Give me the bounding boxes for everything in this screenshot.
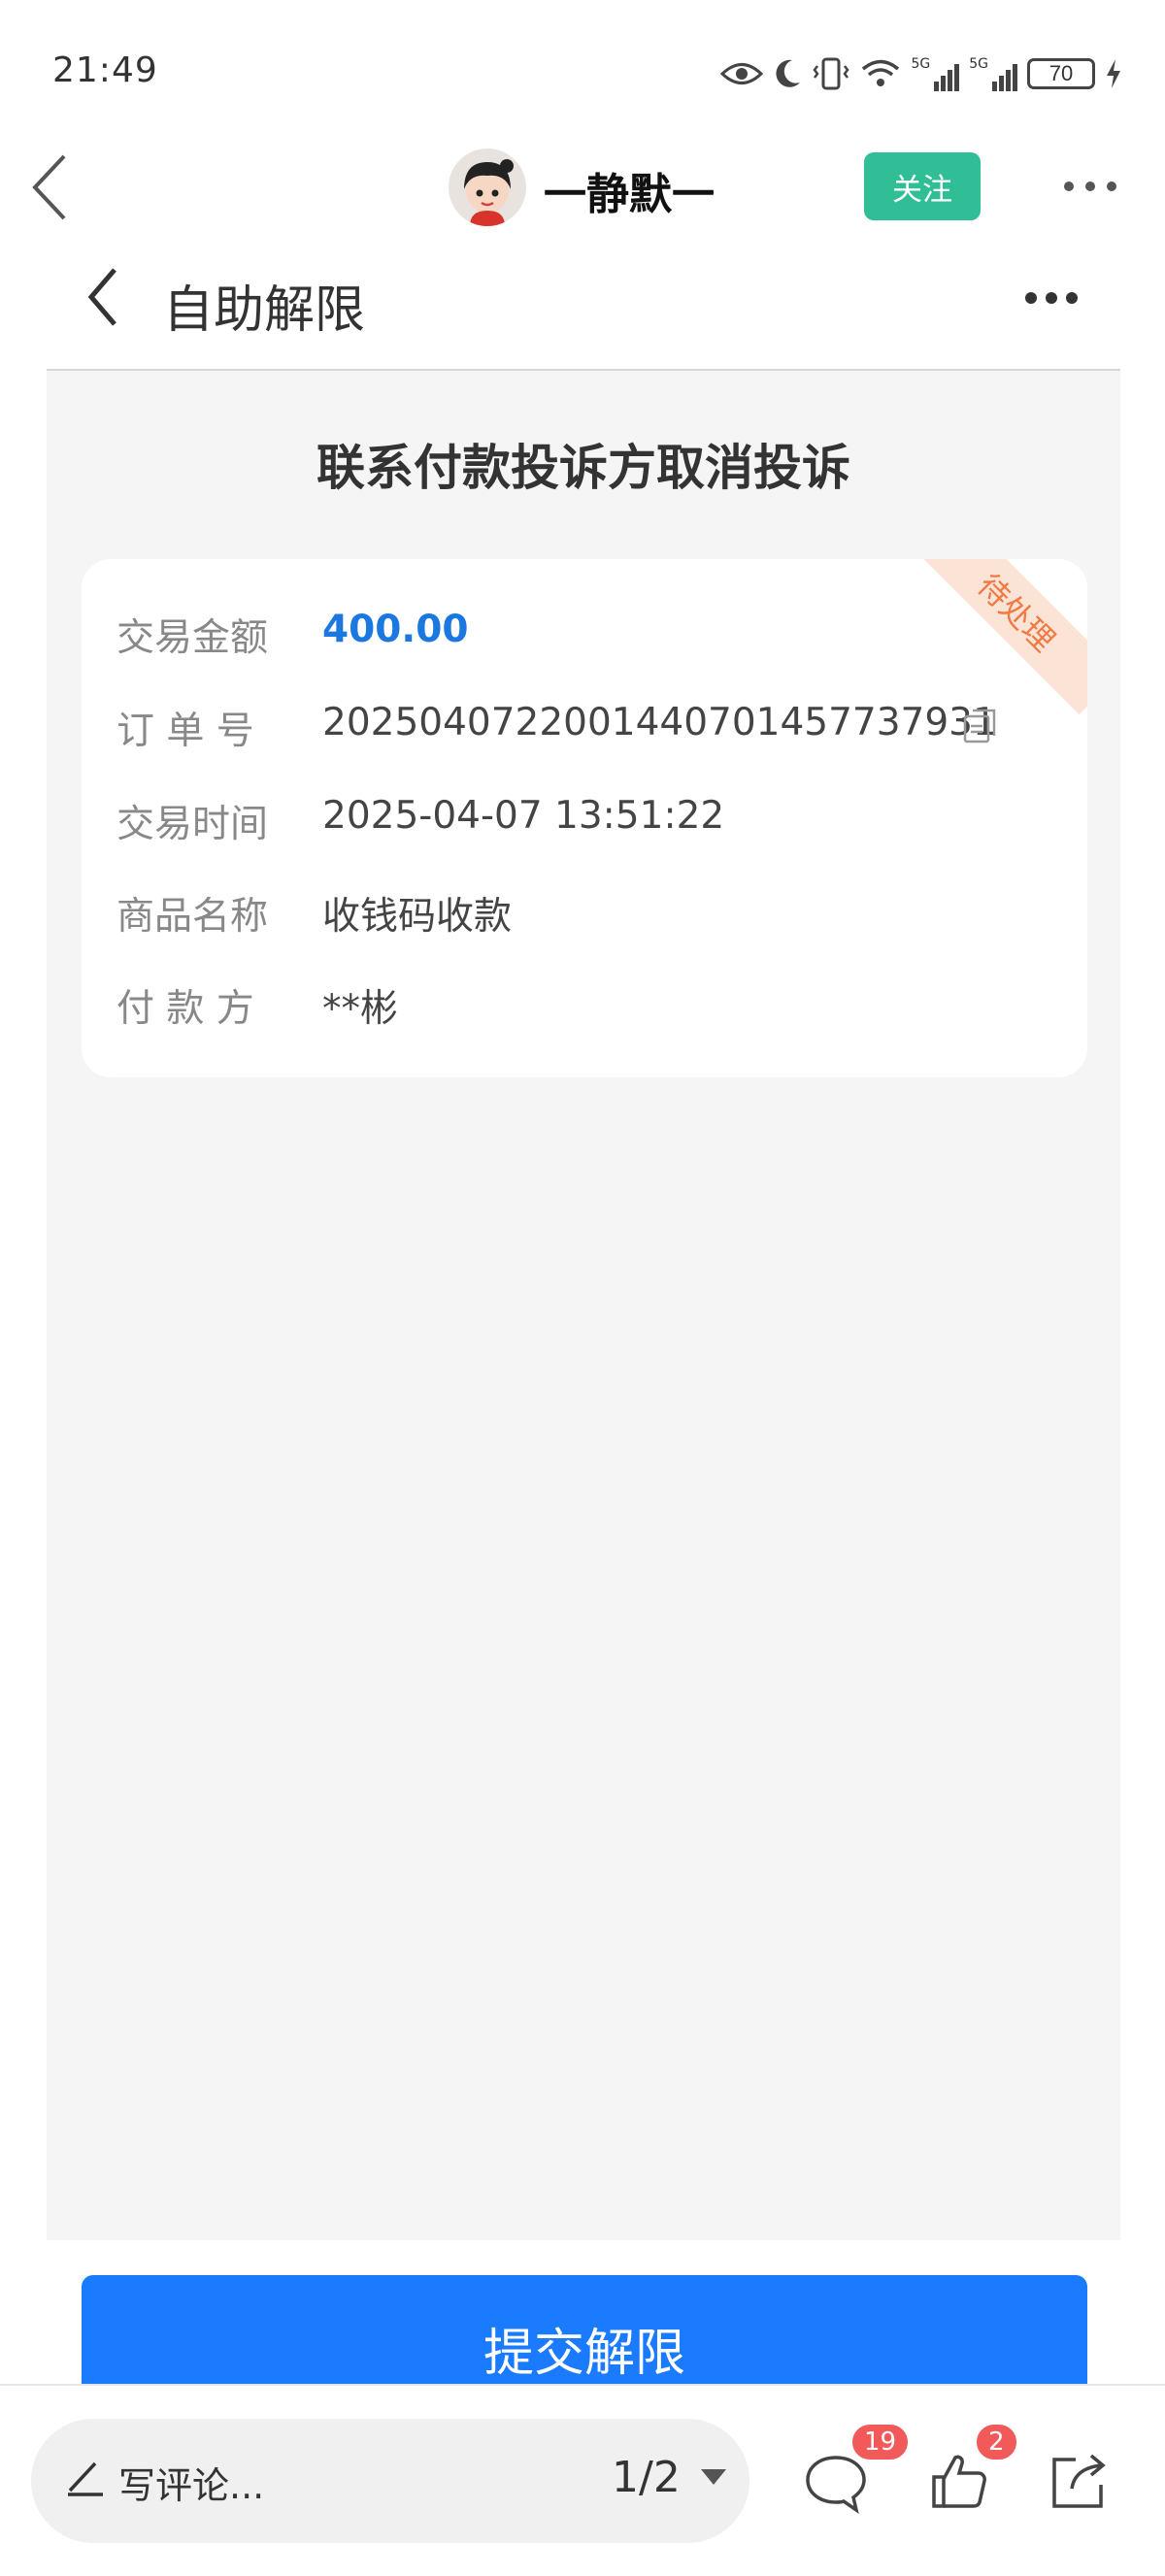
signal-icon: 5G <box>911 56 960 91</box>
charging-icon <box>1107 59 1120 88</box>
amount-value: 400.00 <box>322 608 469 651</box>
comment-count-badge: 19 <box>850 2423 911 2461</box>
product-name-value: 收钱码收款 <box>322 895 513 939</box>
status-icons: 5G 5G 70 <box>720 52 1122 95</box>
inner-more-icon[interactable] <box>1023 287 1080 309</box>
more-icon[interactable] <box>1061 175 1119 198</box>
comment-icon[interactable] <box>804 2452 868 2516</box>
divider <box>47 369 1120 371</box>
moon-icon <box>776 59 801 87</box>
status-ribbon: 待处理 <box>914 559 1087 715</box>
signal-label: 5G <box>969 56 988 72</box>
status-time: 21:49 <box>52 50 158 90</box>
like-icon[interactable] <box>930 2450 988 2512</box>
transaction-card: 待处理 交易金额 400.00 订 单 号 202504072200144070… <box>82 559 1087 1077</box>
page-indicator[interactable]: 1/2 <box>612 2453 681 2502</box>
pencil-icon <box>68 2461 103 2496</box>
back-icon[interactable] <box>25 150 74 224</box>
author-name[interactable]: 一静默一 <box>544 159 715 221</box>
complaint-heading: 联系付款投诉方取消投诉 <box>316 440 850 496</box>
avatar[interactable] <box>449 149 526 226</box>
order-number-value: 2025040722001440701457737931 <box>322 701 997 744</box>
product-name-label: 商品名称 <box>116 895 269 939</box>
battery-icon: 70 <box>1027 58 1095 89</box>
eye-icon <box>720 63 764 84</box>
payer-label: 付 款 方 <box>116 987 254 1031</box>
comment-placeholder[interactable]: 写评论... <box>118 2456 264 2509</box>
signal-label: 5G <box>911 56 931 72</box>
inner-back-icon[interactable] <box>83 264 122 330</box>
payer-value: **彬 <box>322 987 399 1031</box>
page-title: 自助解限 <box>163 281 366 340</box>
order-number-label: 订 单 号 <box>116 710 254 753</box>
share-icon[interactable] <box>1047 2450 1111 2514</box>
like-count-badge: 2 <box>975 2423 1018 2461</box>
battery-level: 70 <box>1048 61 1074 85</box>
trade-time-value: 2025-04-07 13:51:22 <box>322 794 725 838</box>
avatar-icon <box>464 159 514 226</box>
follow-button[interactable]: 关注 <box>864 152 981 220</box>
vibrate-icon <box>813 57 850 90</box>
copy-icon[interactable] <box>961 707 1000 745</box>
dropdown-icon[interactable] <box>699 2467 728 2487</box>
wifi-icon <box>862 59 900 86</box>
signal-icon: 5G <box>969 56 1017 91</box>
amount-label: 交易金额 <box>116 616 269 660</box>
trade-time-label: 交易时间 <box>116 803 269 846</box>
